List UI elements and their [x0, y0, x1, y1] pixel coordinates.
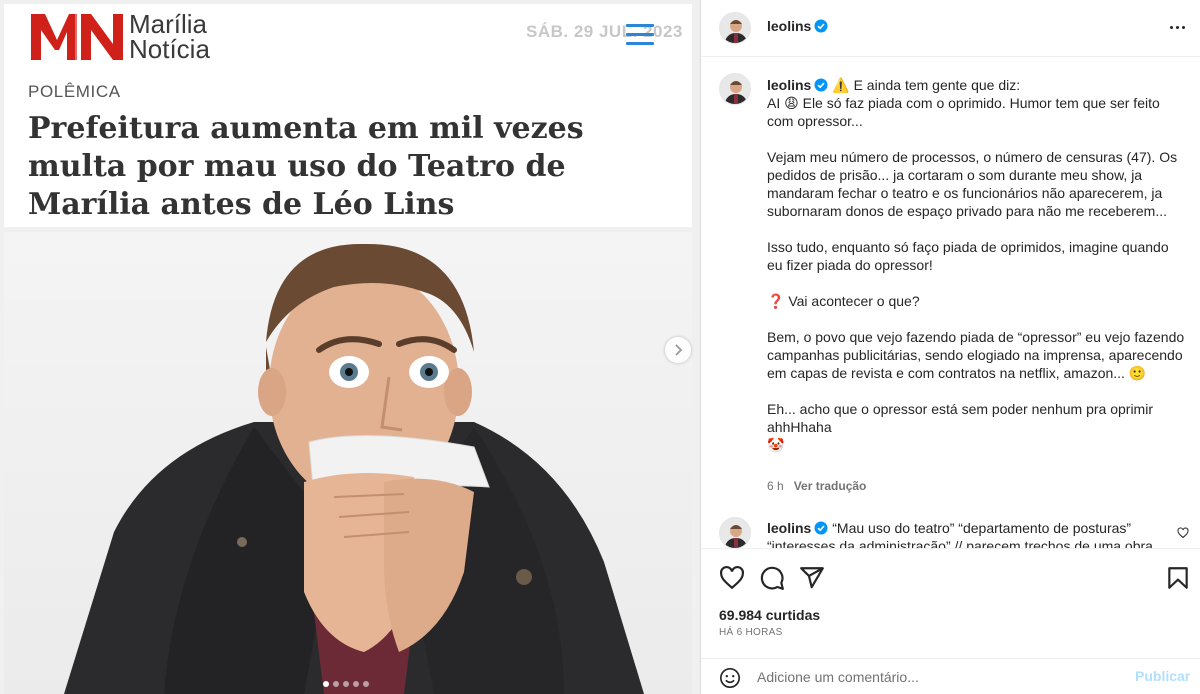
caption-line: Vejam meu número de processos, o número … — [767, 149, 1178, 219]
post-actions: 69.984 curtidas HÁ 6 HORAS — [701, 548, 1200, 648]
caption-line: 🤡 — [767, 437, 785, 453]
caption-spacer — [767, 220, 1185, 238]
caption-meta: 6 h Ver tradução — [767, 479, 866, 493]
comment-icon[interactable] — [759, 565, 785, 591]
avatar[interactable] — [719, 73, 751, 105]
comment-input[interactable] — [757, 665, 1127, 689]
avatar[interactable] — [719, 517, 751, 548]
post-media: Marília Notícia SÁB. 29 JUL. 2023 POLÊMI… — [0, 0, 700, 694]
caption-text: leolins ⚠️ E ainda tem gente que diz: AI… — [767, 76, 1185, 454]
chevron-right-icon — [675, 344, 683, 356]
caption-spacer — [767, 274, 1185, 292]
comment-text: leolins “Mau uso do teatro” “departament… — [767, 519, 1167, 548]
caption-line: AI 😩 Ele só faz piada com o oprimido. Hu… — [767, 95, 1160, 129]
carousel-dots — [323, 681, 369, 687]
caption-time: 6 h — [767, 479, 784, 493]
carousel-next-button[interactable] — [665, 337, 691, 363]
news-headline: Prefeitura aumenta em mil vezes multa po… — [28, 111, 584, 222]
caption-line: Isso tudo, enquanto só faço piada de opr… — [767, 239, 1169, 273]
carousel-dot — [333, 681, 339, 687]
comments-section[interactable]: leolins ⚠️ E ainda tem gente que diz: AI… — [701, 57, 1200, 548]
man-covering-mouth-image — [64, 243, 644, 694]
publish-button[interactable]: Publicar — [1135, 668, 1190, 684]
caption-line: Bem, o povo que vejo fazendo piada de “o… — [767, 329, 1185, 381]
caption-line: ❓ Vai acontecer o que? — [767, 293, 920, 309]
comment-username[interactable]: leolins — [767, 520, 811, 536]
post-time: HÁ 6 HORAS — [719, 627, 783, 638]
logo-wordmark: Marília Notícia — [129, 11, 210, 64]
add-comment-bar: Publicar — [701, 658, 1200, 694]
caption-spacer — [767, 382, 1185, 400]
logo-line-2: Notícia — [129, 34, 210, 64]
heart-icon[interactable] — [719, 565, 745, 591]
share-icon[interactable] — [799, 565, 825, 591]
caption-username[interactable]: leolins — [767, 77, 811, 93]
likes-count[interactable]: 69.984 curtidas — [719, 607, 820, 623]
news-date: SÁB. 29 JUL. 2023 — [526, 22, 683, 41]
caption-spacer — [767, 130, 1185, 148]
news-card: Marília Notícia SÁB. 29 JUL. 2023 POLÊMI… — [4, 4, 692, 227]
verified-icon — [814, 19, 828, 33]
caption-line: Eh... acho que o opressor está sem poder… — [767, 401, 1153, 435]
emoji-icon[interactable] — [719, 667, 741, 689]
carousel-dot — [363, 681, 369, 687]
verified-icon — [814, 78, 828, 92]
carousel-dot — [343, 681, 349, 687]
post-panel: leolins leolins ⚠️ E ainda tem gente que… — [700, 0, 1200, 694]
marilia-noticia-logo — [31, 14, 123, 60]
more-icon[interactable] — [1167, 17, 1187, 37]
heart-icon[interactable] — [1177, 527, 1189, 539]
carousel-dot — [323, 681, 329, 687]
post-photo — [4, 232, 692, 694]
save-icon[interactable] — [1165, 565, 1191, 591]
avatar[interactable] — [719, 12, 751, 44]
carousel-dot — [353, 681, 359, 687]
menu-icon — [626, 24, 654, 48]
caption-spacer — [767, 310, 1185, 328]
news-kicker: POLÊMICA — [28, 82, 121, 101]
verified-icon — [814, 521, 828, 535]
caption-line: ⚠️ E ainda tem gente que diz: — [832, 77, 1021, 93]
translate-link[interactable]: Ver tradução — [794, 479, 867, 493]
post-username[interactable]: leolins — [767, 18, 811, 34]
post-header: leolins — [701, 0, 1200, 57]
